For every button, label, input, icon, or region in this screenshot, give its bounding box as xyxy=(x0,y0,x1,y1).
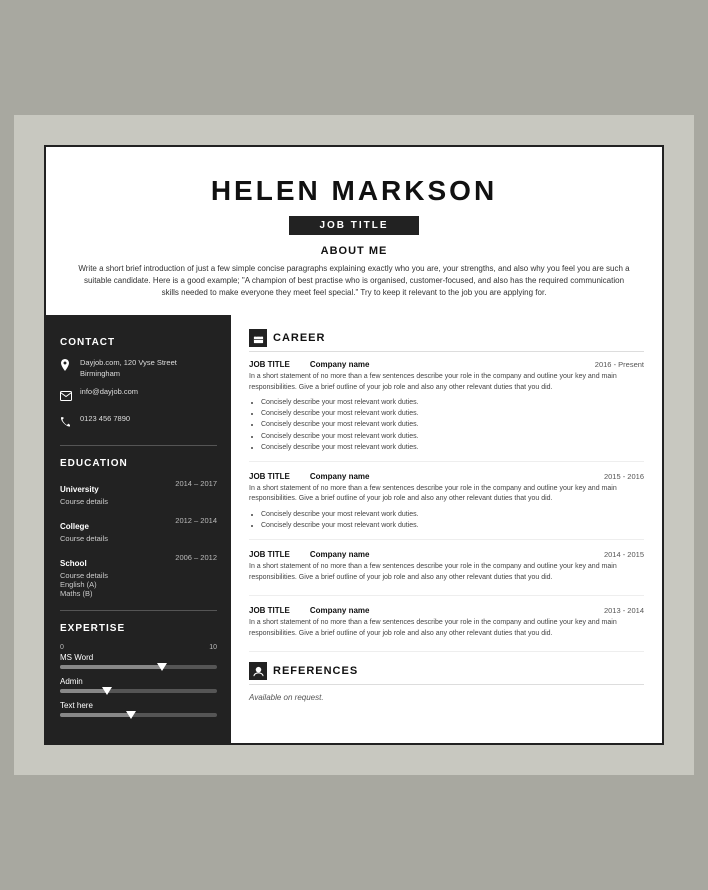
candidate-name: HELEN MARKSON xyxy=(66,175,642,207)
edu-date-0: 2014 – 2017 xyxy=(175,479,217,488)
expertise-thumb-0 xyxy=(157,663,167,671)
career-desc-2: In a short statement of no more than a f… xyxy=(249,562,644,583)
expertise-label-2: Text here xyxy=(60,701,217,710)
expertise-thumb-2 xyxy=(126,711,136,719)
about-me-text: Write a short brief introduction of just… xyxy=(66,263,642,299)
expertise-slider-1[interactable] xyxy=(60,689,217,693)
about-me-heading: ABOUT ME xyxy=(66,245,642,257)
expertise-fill-1 xyxy=(60,689,107,693)
career-heading: CAREER xyxy=(273,332,325,344)
career-company-1: Company name xyxy=(310,472,370,481)
career-entry-2: JOB TITLE Company name 2014 - 2015 In a … xyxy=(249,550,644,596)
contact-phone-item: 0123 456 7890 xyxy=(60,414,217,433)
career-job-title-3: JOB TITLE xyxy=(249,606,290,615)
bullet-1-1: Concisely describe your most relevant wo… xyxy=(261,520,644,531)
edu-item-1: College 2012 – 2014 Course details xyxy=(60,516,217,543)
references-heading: REFERENCES xyxy=(273,665,358,677)
career-bullets-0: Concisely describe your most relevant wo… xyxy=(249,397,644,453)
references-text: Available on request. xyxy=(249,693,644,702)
career-company-3: Company name xyxy=(310,606,370,615)
contact-phone: 0123 456 7890 xyxy=(80,414,130,425)
bullet-0-3: Concisely describe your most relevant wo… xyxy=(261,431,644,442)
career-desc-3: In a short statement of no more than a f… xyxy=(249,618,644,639)
career-dates-0: 2016 - Present xyxy=(595,360,644,369)
career-section-header: CAREER xyxy=(249,329,644,352)
expertise-heading: EXPERTISE xyxy=(60,623,217,634)
education-heading: EDUCATION xyxy=(60,458,217,469)
career-bullets-1: Concisely describe your most relevant wo… xyxy=(249,509,644,531)
career-desc-1: In a short statement of no more than a f… xyxy=(249,484,644,505)
expertise-label-0: MS Word xyxy=(60,653,217,662)
edu-date-2: 2006 – 2012 xyxy=(175,553,217,562)
career-dates-2: 2014 - 2015 xyxy=(604,550,644,559)
expertise-range: 0 10 xyxy=(60,644,217,651)
career-header-2: JOB TITLE Company name 2014 - 2015 xyxy=(249,550,644,559)
main-content: CAREER JOB TITLE Company name 2016 - Pre… xyxy=(231,315,662,743)
career-entry-0: JOB TITLE Company name 2016 - Present In… xyxy=(249,360,644,462)
contact-email-item: info@dayjob.com xyxy=(60,387,217,406)
page-wrapper: HELEN MARKSON JOB TITLE ABOUT ME Write a… xyxy=(14,115,694,775)
edu-item-0: University 2014 – 2017 Course details xyxy=(60,479,217,506)
career-dates-1: 2015 - 2016 xyxy=(604,472,644,481)
career-entry-3: JOB TITLE Company name 2013 - 2014 In a … xyxy=(249,606,644,652)
career-dates-3: 2013 - 2014 xyxy=(604,606,644,615)
career-left-1: JOB TITLE Company name xyxy=(249,472,369,481)
edu-name-1: College xyxy=(60,522,89,531)
bullet-0-4: Concisely describe your most relevant wo… xyxy=(261,442,644,453)
bullet-0-1: Concisely describe your most relevant wo… xyxy=(261,408,644,419)
career-company-2: Company name xyxy=(310,550,370,559)
career-header-1: JOB TITLE Company name 2015 - 2016 xyxy=(249,472,644,481)
edu-date-1: 2012 – 2014 xyxy=(175,516,217,525)
sidebar: CONTACT Dayjob.com, 120 Vyse Street Birm… xyxy=(46,315,231,743)
edu-detail-1: Course details xyxy=(60,534,217,543)
expertise-fill-0 xyxy=(60,665,162,669)
contact-heading: CONTACT xyxy=(60,337,217,348)
bullet-0-0: Concisely describe your most relevant wo… xyxy=(261,397,644,408)
references-icon xyxy=(249,662,267,680)
career-header-0: JOB TITLE Company name 2016 - Present xyxy=(249,360,644,369)
expertise-item-2: Text here xyxy=(60,701,217,717)
contact-address-item: Dayjob.com, 120 Vyse Street Birmingham xyxy=(60,358,217,379)
edu-item-2: School 2006 – 2012 Course details Englis… xyxy=(60,553,217,598)
job-title-badge: JOB TITLE xyxy=(289,216,418,235)
resume-header: HELEN MARKSON JOB TITLE ABOUT ME Write a… xyxy=(46,147,662,315)
expertise-fill-2 xyxy=(60,713,131,717)
contact-email: info@dayjob.com xyxy=(80,387,138,398)
expertise-slider-2[interactable] xyxy=(60,713,217,717)
resume-document: HELEN MARKSON JOB TITLE ABOUT ME Write a… xyxy=(44,145,664,745)
career-header-3: JOB TITLE Company name 2013 - 2014 xyxy=(249,606,644,615)
divider-2 xyxy=(60,610,217,611)
career-icon xyxy=(249,329,267,347)
expertise-item-0: MS Word xyxy=(60,653,217,669)
references-section-header: REFERENCES xyxy=(249,662,644,685)
expertise-min: 0 xyxy=(60,644,64,651)
career-desc-0: In a short statement of no more than a f… xyxy=(249,372,644,393)
career-company-0: Company name xyxy=(310,360,370,369)
body-row: CONTACT Dayjob.com, 120 Vyse Street Birm… xyxy=(46,315,662,743)
expertise-max: 10 xyxy=(209,644,217,651)
career-left-2: JOB TITLE Company name xyxy=(249,550,369,559)
expertise-slider-0[interactable] xyxy=(60,665,217,669)
edu-name-0: University xyxy=(60,485,99,494)
email-icon xyxy=(60,388,74,406)
career-job-title-0: JOB TITLE xyxy=(249,360,290,369)
bullet-0-2: Concisely describe your most relevant wo… xyxy=(261,419,644,430)
expertise-label-1: Admin xyxy=(60,677,217,686)
career-job-title-2: JOB TITLE xyxy=(249,550,290,559)
bullet-1-0: Concisely describe your most relevant wo… xyxy=(261,509,644,520)
edu-name-2: School xyxy=(60,559,87,568)
phone-icon xyxy=(60,415,74,433)
career-left-0: JOB TITLE Company name xyxy=(249,360,369,369)
career-left-3: JOB TITLE Company name xyxy=(249,606,369,615)
expertise-thumb-1 xyxy=(102,687,112,695)
edu-detail-0: Course details xyxy=(60,497,217,506)
career-entry-1: JOB TITLE Company name 2015 - 2016 In a … xyxy=(249,472,644,540)
career-job-title-1: JOB TITLE xyxy=(249,472,290,481)
edu-detail-2: Course details English (A) Maths (B) xyxy=(60,571,217,598)
location-icon xyxy=(60,359,74,378)
contact-address: Dayjob.com, 120 Vyse Street Birmingham xyxy=(80,358,217,379)
divider-1 xyxy=(60,445,217,446)
expertise-item-1: Admin xyxy=(60,677,217,693)
